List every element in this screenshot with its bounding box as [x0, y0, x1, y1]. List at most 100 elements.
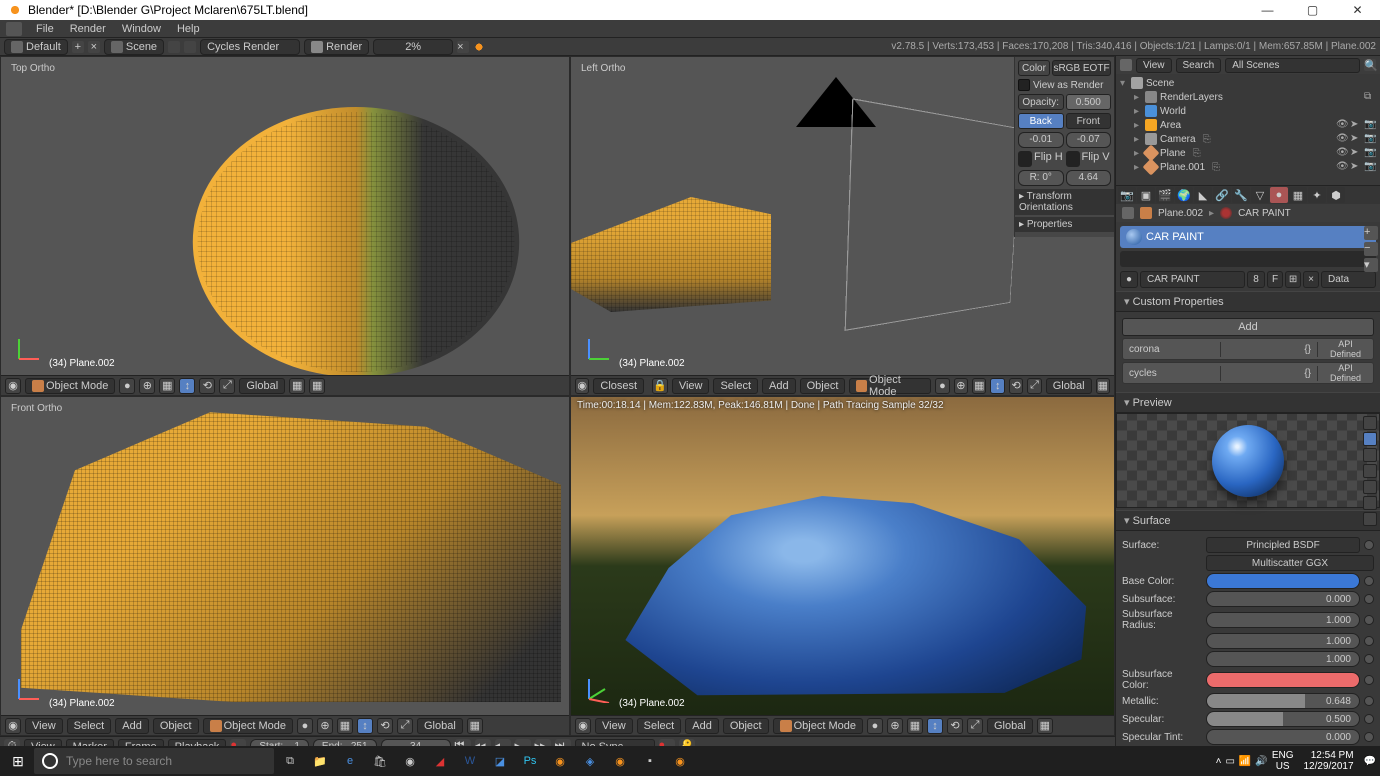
close-button[interactable]: ✕ [1335, 0, 1380, 20]
material-browse-icon[interactable]: ● [1120, 271, 1138, 288]
transform-orientations-panel[interactable]: ▸ Transform Orientations [1015, 189, 1114, 215]
distribution-select[interactable]: Multiscatter GGX [1206, 555, 1374, 571]
add-menu[interactable]: Add [762, 378, 796, 394]
taskbar-search[interactable]: Type here to search [34, 748, 274, 774]
tab-data-icon[interactable]: ▽ [1251, 187, 1269, 203]
opacity-value[interactable]: 0.500 [1066, 94, 1112, 110]
del-layout-icon[interactable]: × [88, 41, 100, 53]
tab-texture-icon[interactable]: ▦ [1289, 187, 1307, 203]
taskbar-app-blender1[interactable]: ◉ [546, 747, 574, 775]
slot-menu-icon[interactable]: ▾ [1364, 258, 1378, 272]
node-socket-icon[interactable] [1364, 615, 1374, 625]
viewport-left-ortho[interactable]: Left Ortho (34) Plane.002 ColorsRGB EOTF… [570, 56, 1115, 396]
preview-fluid-icon[interactable] [1363, 512, 1377, 526]
viewport-top-ortho[interactable]: Top Ortho (34) Plane.002 ◉ Object Mode ●… [0, 56, 570, 396]
tray-clock[interactable]: 12:54 PM12/29/2017 [1297, 750, 1359, 772]
shading-sphere-icon[interactable]: ● [119, 378, 135, 394]
material-slot-active[interactable]: CAR PAINT [1120, 226, 1376, 248]
tab-layers-icon[interactable]: ▣ [1137, 187, 1155, 203]
editor-type-icon[interactable]: ◉ [575, 718, 591, 734]
pivot-icon[interactable]: ⊕ [317, 718, 333, 734]
cancel-render-icon[interactable]: × [457, 41, 469, 53]
taskbar-app-dropbox[interactable]: ◈ [576, 747, 604, 775]
tab-render-icon[interactable]: 📷 [1118, 187, 1136, 203]
unlink-icon[interactable]: × [1303, 271, 1319, 288]
taskbar-app-chrome[interactable]: ◉ [396, 747, 424, 775]
offset-y[interactable]: -0.07 [1066, 132, 1112, 148]
orientation-select[interactable]: Global [239, 378, 285, 394]
material-link-select[interactable]: Data [1321, 271, 1376, 288]
add-custom-prop-button[interactable]: Add [1122, 318, 1374, 336]
outliner-item-world[interactable]: ▸World [1120, 104, 1376, 118]
taskbar-app-explorer[interactable]: 📁 [306, 747, 334, 775]
number-slider[interactable]: 0.500 [1206, 711, 1360, 727]
node-socket-icon[interactable] [1364, 696, 1374, 706]
manipulator-translate-icon[interactable]: ↕ [179, 378, 195, 394]
color-swatch[interactable] [1206, 573, 1360, 589]
menu-file[interactable]: File [36, 23, 54, 35]
node-socket-icon[interactable] [1364, 675, 1374, 685]
shading-icon[interactable]: ● [935, 378, 949, 394]
scene-selector[interactable]: Scene [104, 39, 164, 55]
closest-select[interactable]: Closest [593, 378, 644, 394]
number-slider[interactable]: 1.000 [1206, 612, 1360, 628]
material-fake-user[interactable]: F [1267, 271, 1283, 288]
number-slider[interactable]: 0.648 [1206, 693, 1360, 709]
taskbar-app-blender2[interactable]: ◉ [606, 747, 634, 775]
surface-panel-head[interactable]: Surface [1116, 510, 1380, 531]
taskbar-app-edge[interactable]: e [336, 747, 364, 775]
object-menu[interactable]: Object [153, 718, 199, 734]
manipulator-scale-icon[interactable]: ⤢ [1027, 378, 1041, 394]
outliner-item-plane-001[interactable]: ▸Plane.001⎘👁➤📷 [1120, 160, 1376, 174]
notifications-icon[interactable]: 💬 [1364, 756, 1376, 767]
material-name-field[interactable]: CAR PAINT [1140, 271, 1245, 288]
color-swatch[interactable] [1206, 672, 1360, 688]
shading-icon[interactable]: ● [867, 718, 883, 734]
lock-camera-icon[interactable]: 🔒 [652, 378, 668, 394]
view-menu[interactable]: View [595, 718, 633, 734]
node-socket-icon[interactable] [1364, 636, 1374, 646]
mode-select[interactable]: Object Mode [773, 718, 863, 734]
select-menu[interactable]: Select [713, 378, 758, 394]
tray-battery-icon[interactable]: ▭ [1225, 756, 1234, 767]
taskbar-app-sketchup[interactable]: ◢ [426, 747, 454, 775]
tab-object-icon[interactable]: ◣ [1194, 187, 1212, 203]
rotation-value[interactable]: R: 0° [1018, 170, 1064, 186]
preview-hair-icon[interactable] [1363, 464, 1377, 478]
viewport-front-ortho[interactable]: Front Ortho (34) Plane.002 ◉ View Select… [0, 396, 570, 736]
orientation-select[interactable]: Global [987, 718, 1033, 734]
maximize-button[interactable]: ▢ [1290, 0, 1335, 20]
layers-icon[interactable]: ▦ [972, 378, 986, 394]
tab-scene-icon[interactable]: 🎬 [1156, 187, 1174, 203]
tray-lang[interactable]: ENGUS [1272, 750, 1294, 772]
manipulator-rotate-icon[interactable]: ⟲ [947, 718, 963, 734]
number-slider[interactable]: 1.000 [1206, 633, 1360, 649]
layer-grid-icon[interactable]: ▦ [289, 378, 305, 394]
taskbar-app-vray[interactable]: ◪ [486, 747, 514, 775]
mode-select[interactable]: Object Mode [849, 378, 931, 394]
add-menu[interactable]: Add [115, 718, 149, 734]
manipulator-icon[interactable]: ↕ [927, 718, 943, 734]
orientation-select[interactable]: Global [1046, 378, 1092, 394]
tab-world-icon[interactable]: 🌍 [1175, 187, 1193, 203]
tray-chevron-up-icon[interactable]: ˄ [1216, 756, 1222, 767]
engine-selector[interactable]: Cycles Render [200, 39, 300, 55]
taskbar-app-store[interactable]: 🛍 [366, 747, 394, 775]
select-menu[interactable]: Select [67, 718, 112, 734]
tab-physics-icon[interactable]: ⬢ [1327, 187, 1345, 203]
flip-v-label[interactable]: Flip V [1082, 151, 1112, 167]
object-menu[interactable]: Object [800, 378, 846, 394]
outliner-item-plane[interactable]: ▸Plane⎘👁➤📷 [1120, 146, 1376, 160]
menu-help[interactable]: Help [177, 23, 200, 35]
object-menu[interactable]: Object [723, 718, 769, 734]
outliner-filter[interactable]: All Scenes [1225, 58, 1360, 73]
outliner-item-renderlayers[interactable]: ▸RenderLayers⧉ [1120, 90, 1376, 104]
preview-sphere-icon[interactable] [1363, 432, 1377, 446]
editor-type-icon[interactable]: ◉ [5, 378, 21, 394]
node-socket-icon[interactable] [1364, 714, 1374, 724]
tab-constraint-icon[interactable]: 🔗 [1213, 187, 1231, 203]
preview-cube-icon[interactable] [1363, 448, 1377, 462]
node-socket-icon[interactable] [1364, 654, 1374, 664]
shading-icon[interactable]: ● [297, 718, 313, 734]
remove-slot-icon[interactable]: − [1364, 242, 1378, 256]
